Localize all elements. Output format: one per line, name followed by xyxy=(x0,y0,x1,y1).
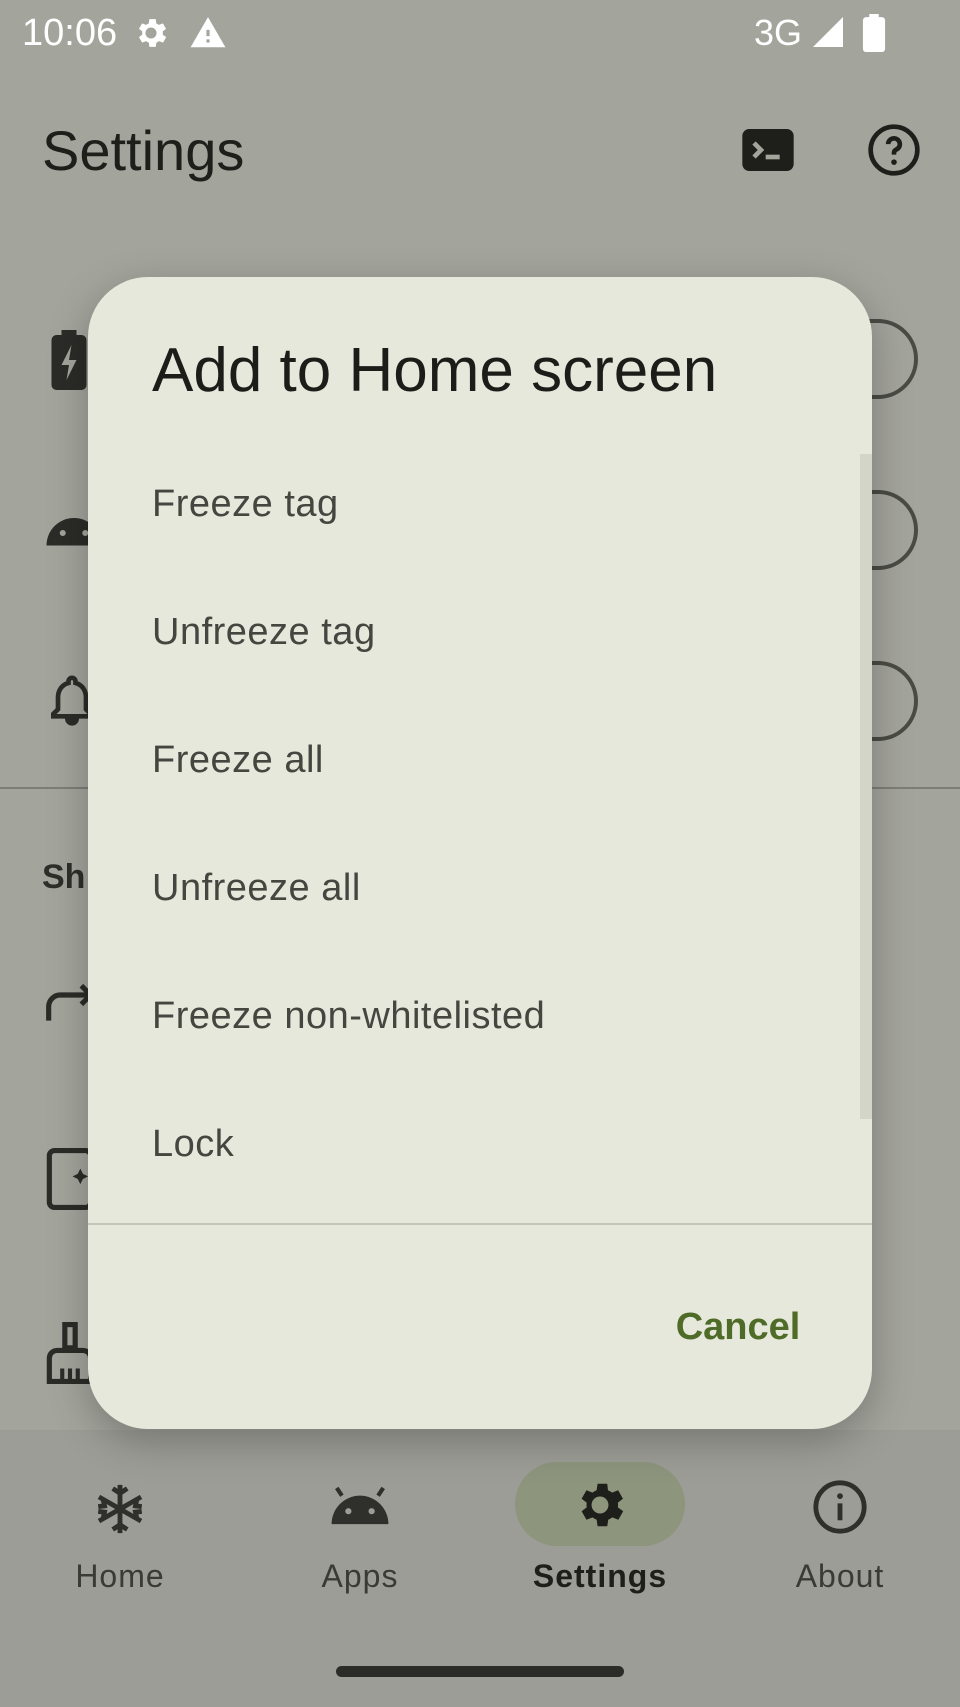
list-item-label: Freeze all xyxy=(152,739,324,781)
list-item-freeze-tag[interactable]: Freeze tag xyxy=(88,439,872,567)
battery-icon xyxy=(862,14,886,57)
battery-bolt-icon xyxy=(44,330,94,395)
warning-icon xyxy=(188,14,228,57)
android-icon xyxy=(329,1486,391,1531)
list-item-unfreeze-all[interactable]: Unfreeze all xyxy=(88,823,872,951)
list-item-label: Freeze tag xyxy=(152,483,339,525)
list-item-label: Lock xyxy=(152,1123,235,1165)
status-time: 10:06 xyxy=(22,12,118,54)
list-item-label: Unfreeze tag xyxy=(152,611,376,653)
page-title: Settings xyxy=(42,119,245,182)
help-icon[interactable] xyxy=(866,122,922,183)
status-bar: 10:06 3G xyxy=(0,0,960,70)
dialog-list: Freeze tag Unfreeze tag Freeze all Unfre… xyxy=(88,439,872,1429)
nav-label: Home xyxy=(75,1558,165,1594)
add-to-home-dialog: Add to Home screen Freeze tag Unfreeze t… xyxy=(88,277,872,1429)
dialog-title: Add to Home screen xyxy=(152,336,718,405)
list-item-label: Freeze non-whitelisted xyxy=(152,995,546,1037)
list-item-freeze-all[interactable]: Freeze all xyxy=(88,695,872,823)
cancel-button[interactable]: Cancel xyxy=(648,1287,828,1367)
nav-label: Settings xyxy=(532,1558,668,1594)
gesture-handle xyxy=(336,1666,624,1677)
list-item-freeze-non-whitelisted[interactable]: Freeze non-whitelisted xyxy=(88,951,872,1079)
gear-icon xyxy=(132,14,170,57)
nav-label: About xyxy=(795,1558,885,1594)
gear-icon xyxy=(571,1476,629,1539)
nav-label: Apps xyxy=(321,1558,399,1594)
list-item-unfreeze-tag[interactable]: Unfreeze tag xyxy=(88,567,872,695)
list-item-lock[interactable]: Lock xyxy=(88,1079,872,1207)
info-icon xyxy=(811,1478,869,1541)
divider xyxy=(88,1223,872,1225)
signal-icon xyxy=(810,14,846,55)
snowflake-icon xyxy=(91,1480,149,1543)
network-type: 3G xyxy=(754,12,803,53)
list-item-label: Unfreeze all xyxy=(152,867,361,909)
section-header: Sh xyxy=(42,858,86,896)
terminal-icon[interactable] xyxy=(740,122,796,183)
